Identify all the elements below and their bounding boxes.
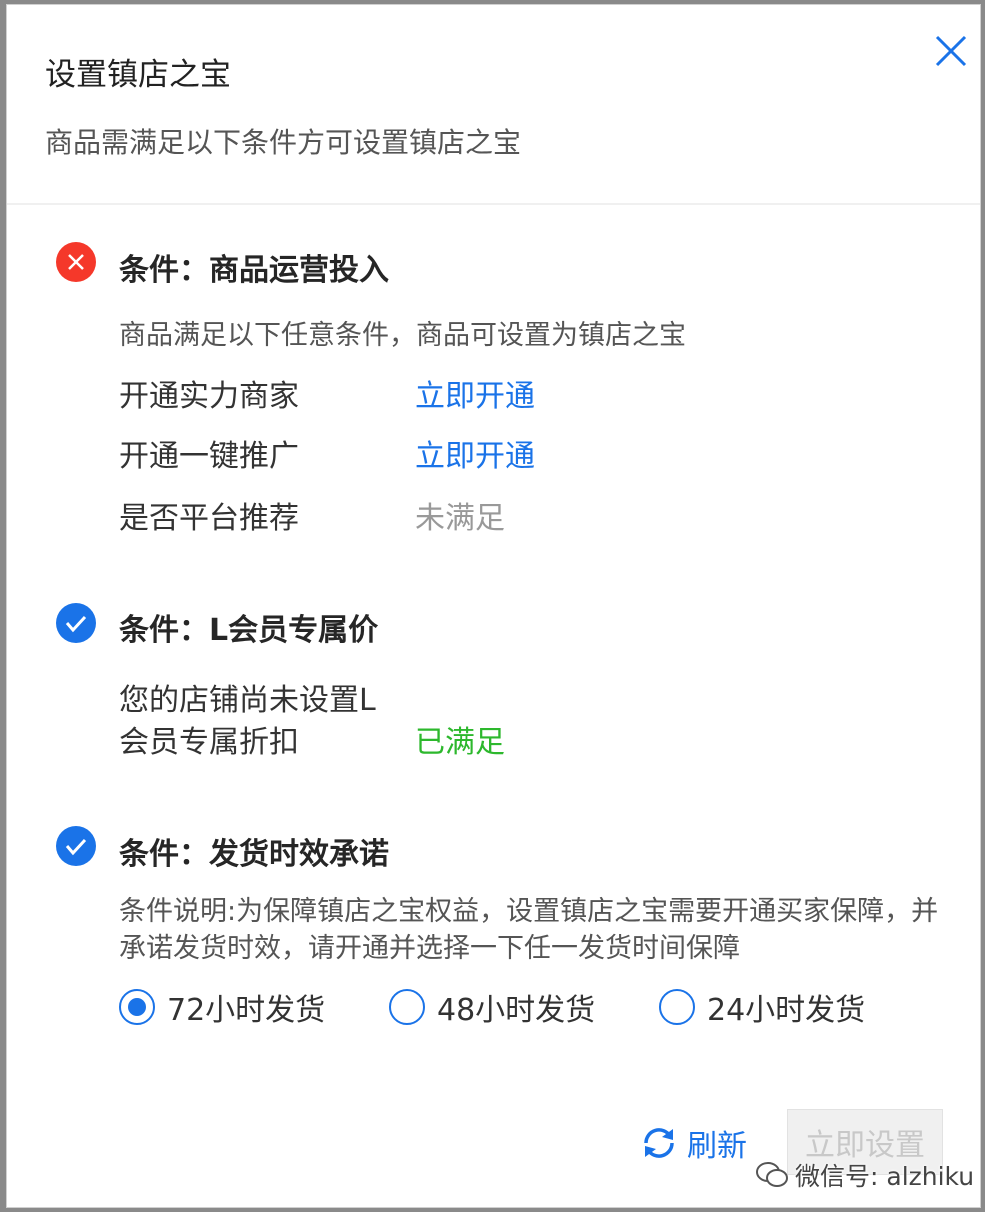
radio-indicator[interactable] bbox=[389, 989, 425, 1025]
radio-label-48h: 48小时发货 bbox=[437, 993, 596, 1028]
header-divider bbox=[7, 203, 980, 205]
error-circle-icon bbox=[56, 242, 96, 282]
row-label-one-click-promotion: 开通一键推广 bbox=[119, 439, 299, 474]
wechat-watermark: 微信号: alzhiku bbox=[755, 1155, 974, 1195]
open-one-click-promotion-link[interactable]: 立即开通 bbox=[415, 431, 535, 475]
radio-selected-indicator[interactable] bbox=[119, 989, 155, 1025]
set-treasure-dialog: 设置镇店之宝 商品需满足以下条件方可设置镇店之宝 条件：商品运营投入 商品满足以… bbox=[6, 4, 981, 1208]
radio-24h[interactable]: 24小时发货 bbox=[659, 985, 865, 1029]
condition-description: 商品满足以下任意条件，商品可设置为镇店之宝 bbox=[119, 320, 686, 351]
status-met: 已满足 bbox=[415, 725, 505, 760]
refresh-button[interactable]: 刷新 bbox=[639, 1119, 747, 1167]
row-label-strength-merchant: 开通实力商家 bbox=[119, 379, 299, 414]
radio-72h[interactable]: 72小时发货 bbox=[119, 985, 325, 1029]
check-circle-icon bbox=[56, 603, 96, 643]
condition-title-shipping: 条件：发货时效承诺 bbox=[119, 837, 389, 872]
wechat-icon bbox=[756, 1162, 788, 1187]
status-unmet: 未满足 bbox=[415, 501, 505, 536]
refresh-icon bbox=[644, 1128, 674, 1158]
member-discount-label-line2: 会员专属折扣 bbox=[119, 725, 299, 760]
watermark-text: 微信号: alzhiku bbox=[795, 1162, 975, 1191]
dialog-title: 设置镇店之宝 bbox=[45, 57, 231, 93]
radio-label-24h: 24小时发货 bbox=[707, 993, 866, 1028]
radio-label-72h: 72小时发货 bbox=[167, 993, 326, 1028]
shipping-condition-description: 条件说明:为保障镇店之宝权益，设置镇店之宝需要开通买家保障，并承诺发货时效，请开… bbox=[119, 896, 939, 964]
check-circle-icon bbox=[56, 826, 96, 866]
refresh-label: 刷新 bbox=[687, 1129, 747, 1164]
radio-indicator[interactable] bbox=[659, 989, 695, 1025]
close-icon[interactable] bbox=[931, 31, 971, 71]
open-strength-merchant-link[interactable]: 立即开通 bbox=[415, 371, 535, 415]
member-discount-label-line1: 您的店铺尚未设置L bbox=[119, 683, 376, 718]
row-label-platform-recommend: 是否平台推荐 bbox=[119, 501, 299, 536]
dialog-subtitle: 商品需满足以下条件方可设置镇店之宝 bbox=[45, 126, 522, 159]
radio-48h[interactable]: 48小时发货 bbox=[389, 985, 595, 1029]
condition-title-operation: 条件：商品运营投入 bbox=[119, 253, 389, 288]
condition-title-member-price: 条件：L会员专属价 bbox=[119, 613, 379, 648]
